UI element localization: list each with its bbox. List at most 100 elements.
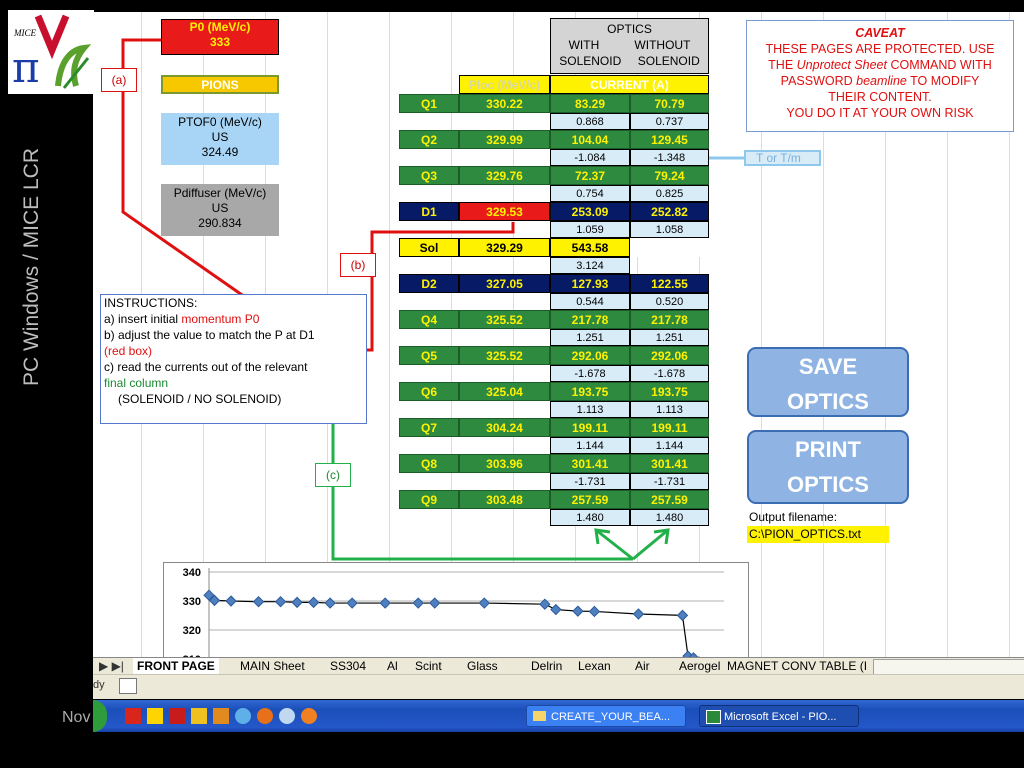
field-without-solenoid: 0.520 <box>630 293 709 310</box>
chart-point <box>252 595 265 608</box>
sheet-tab-bar: ▶ ▶| FRONT PAGE MAIN Sheet SS304 Al Scint Gla… <box>93 657 1024 676</box>
sheet-tab[interactable]: Air <box>631 658 654 674</box>
sheet-tab[interactable]: MAIN Sheet <box>236 658 309 674</box>
field-with-solenoid: 1.144 <box>550 437 630 454</box>
particle-type[interactable]: PIONS <box>161 75 279 94</box>
p0-input-box[interactable]: P0 (MeV/c) 333 <box>161 19 279 55</box>
chart-point <box>379 597 391 609</box>
sheet-tab[interactable]: SS304 <box>326 658 370 674</box>
folder-icon <box>533 711 546 721</box>
taskbar-folder-button[interactable]: CREATE_YOUR_BEA... <box>526 705 686 727</box>
field-with-solenoid: -1.678 <box>550 365 630 382</box>
current-without-solenoid: 70.79 <box>630 94 709 113</box>
current-without-solenoid: 252.82 <box>630 202 709 221</box>
momentum-chart: 340330320310 <box>163 562 749 657</box>
mice-logo-icon: MICE π <box>12 14 92 92</box>
sheet-tab[interactable]: Lexan <box>574 658 615 674</box>
current-with-solenoid: 301.41 <box>550 454 630 473</box>
field-with-solenoid: 1.113 <box>550 401 630 418</box>
field-with-solenoid: 3.124 <box>550 257 630 274</box>
instruction-b: b) adjust the value to match the P at D1 <box>104 328 315 342</box>
field-with-solenoid: 1.059 <box>550 221 630 238</box>
ploc-value: 303.48 <box>459 490 550 509</box>
instruction-c-detail: (SOLENOID / NO SOLENOID) <box>118 392 282 406</box>
caveat-line: THESE PAGES ARE PROTECTED. USE <box>765 42 995 56</box>
chart-point <box>550 603 562 616</box>
field-with-solenoid: 0.544 <box>550 293 630 310</box>
field-with-solenoid: 0.754 <box>550 185 630 202</box>
field-without-solenoid: -1.731 <box>630 473 709 490</box>
current-header: CURRENT (A) <box>550 75 709 94</box>
magnet-name: Q4 <box>399 310 459 329</box>
field-with-solenoid: -1.084 <box>550 149 630 166</box>
pi-app-icon[interactable] <box>169 708 185 724</box>
taskbar: CREATE_YOUR_BEA... Microsoft Excel - PIO… <box>93 700 1024 732</box>
magnet-name: Sol <box>399 238 459 257</box>
powerpoint-icon[interactable] <box>125 708 141 724</box>
horizontal-scrollbar[interactable] <box>873 659 1024 675</box>
field-with-solenoid: 1.480 <box>550 509 630 526</box>
caveat-line: YOU DO IT AT YOUR OWN RISK <box>786 106 974 120</box>
output-filename-field[interactable]: C:\PION_OPTICS.txt <box>747 526 889 543</box>
sheet-view-icon[interactable] <box>119 678 137 694</box>
start-button[interactable] <box>93 700 107 732</box>
ie-icon[interactable] <box>235 708 251 724</box>
label-a: (a) <box>101 68 137 92</box>
ploc-value: 329.29 <box>459 238 550 257</box>
magnet-name: D1 <box>399 202 459 221</box>
sheet-tab[interactable]: Aerogel <box>675 658 724 674</box>
sheet-tab[interactable]: Delrin <box>527 658 566 674</box>
field-without-solenoid: 1.113 <box>630 401 709 418</box>
without-label: WITHOUT <box>634 38 691 52</box>
current-without-solenoid: 129.45 <box>630 130 709 149</box>
t-unit-label: T or T/m <box>744 150 821 166</box>
caveat-title: CAVEAT <box>855 26 905 40</box>
field-without-solenoid: 0.825 <box>630 185 709 202</box>
app-icon[interactable] <box>301 708 317 724</box>
sheet-tab[interactable]: Al <box>383 658 402 674</box>
current-with-solenoid: 217.78 <box>550 310 630 329</box>
sheet-tab[interactable]: MAGNET CONV TABLE (I <box>723 658 871 674</box>
ploc-value: 325.04 <box>459 382 550 401</box>
app-icon[interactable] <box>213 708 229 724</box>
svg-text:π: π <box>12 43 40 92</box>
chart-point <box>225 595 237 607</box>
vertical-title: PC Windows / MICE LCR <box>20 147 43 387</box>
magnet-name: D2 <box>399 274 459 293</box>
p0-value[interactable]: 333 <box>162 35 278 50</box>
ploc-value: 304.24 <box>459 418 550 437</box>
app-icon[interactable] <box>279 708 295 724</box>
magnet-name: Q6 <box>399 382 459 401</box>
arrow-without <box>632 528 669 561</box>
sheet-tab[interactable]: Glass <box>463 658 502 674</box>
ploc-value: 330.22 <box>459 94 550 113</box>
sheet-tab[interactable]: Scint <box>411 658 446 674</box>
ptof0-unit: US <box>211 130 229 144</box>
current-without-solenoid: 217.78 <box>630 310 709 329</box>
mice-logo: MICE π <box>8 10 94 94</box>
ptof0-box: PTOF0 (MeV/c) US 324.49 <box>161 113 279 165</box>
tab-scroll-right-icon[interactable]: ▶ ▶| <box>95 658 128 674</box>
current-without-solenoid: 257.59 <box>630 490 709 509</box>
solenoid-label-with: SOLENOID <box>559 54 622 68</box>
chart-point <box>588 605 601 618</box>
chart-point <box>274 595 287 608</box>
chart-point <box>307 596 320 609</box>
print-optics-button[interactable]: PRINT OPTICS <box>747 430 909 504</box>
app-icon[interactable] <box>147 708 163 724</box>
label-b: (b) <box>340 253 376 277</box>
field-without-solenoid: 0.737 <box>630 113 709 130</box>
chart-point <box>291 596 303 609</box>
optics-title: OPTICS <box>607 22 652 36</box>
field-with-solenoid: 1.251 <box>550 329 630 346</box>
app-icon[interactable] <box>191 708 207 724</box>
spreadsheet-grid[interactable]: P0 (MeV/c) 333 PIONS PTOF0 (MeV/c) US 32… <box>93 12 1024 657</box>
logo-text: MICE <box>13 28 36 38</box>
taskbar-excel-button[interactable]: Microsoft Excel - PIO... <box>699 705 859 727</box>
save-button-label: SAVE <box>798 354 858 379</box>
caveat-box: CAVEAT THESE PAGES ARE PROTECTED. USE TH… <box>746 20 1014 132</box>
save-optics-button[interactable]: SAVE OPTICS <box>747 347 909 417</box>
label-c: (c) <box>315 463 351 487</box>
chart-point <box>429 597 441 609</box>
firefox-icon[interactable] <box>257 708 273 724</box>
